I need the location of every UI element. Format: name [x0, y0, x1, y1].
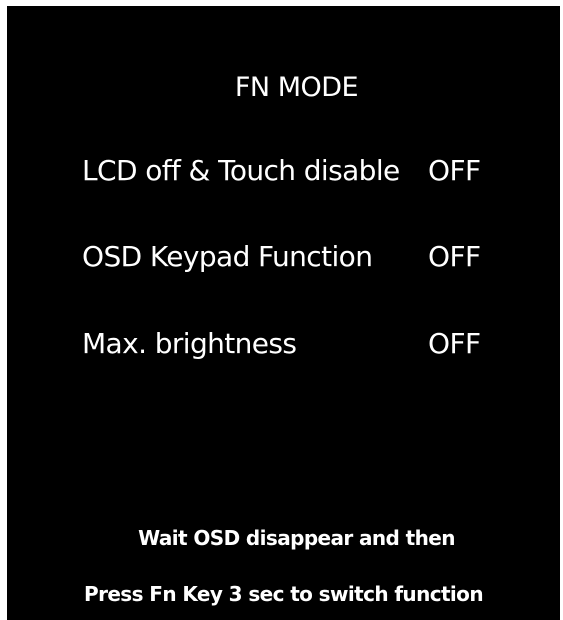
- osd-option-keypad-function[interactable]: OSD Keypad Function OFF: [82, 237, 522, 277]
- option-value: OFF: [428, 240, 481, 273]
- instruction-line-1: Wait OSD disappear and then: [138, 526, 455, 550]
- instruction-line-2: Press Fn Key 3 sec to switch function: [84, 582, 484, 606]
- option-label: OSD Keypad Function: [82, 240, 373, 273]
- osd-title: FN MODE: [234, 72, 359, 103]
- option-label: LCD off & Touch disable: [82, 154, 400, 187]
- osd-option-max-brightness[interactable]: Max. brightness OFF: [82, 324, 522, 364]
- option-value: OFF: [428, 327, 481, 360]
- option-label: Max. brightness: [82, 327, 297, 360]
- option-value: OFF: [428, 154, 481, 187]
- osd-menu-panel: FN MODE LCD off & Touch disable OFF OSD …: [7, 6, 560, 620]
- osd-option-lcd-off-touch-disable[interactable]: LCD off & Touch disable OFF: [82, 151, 522, 191]
